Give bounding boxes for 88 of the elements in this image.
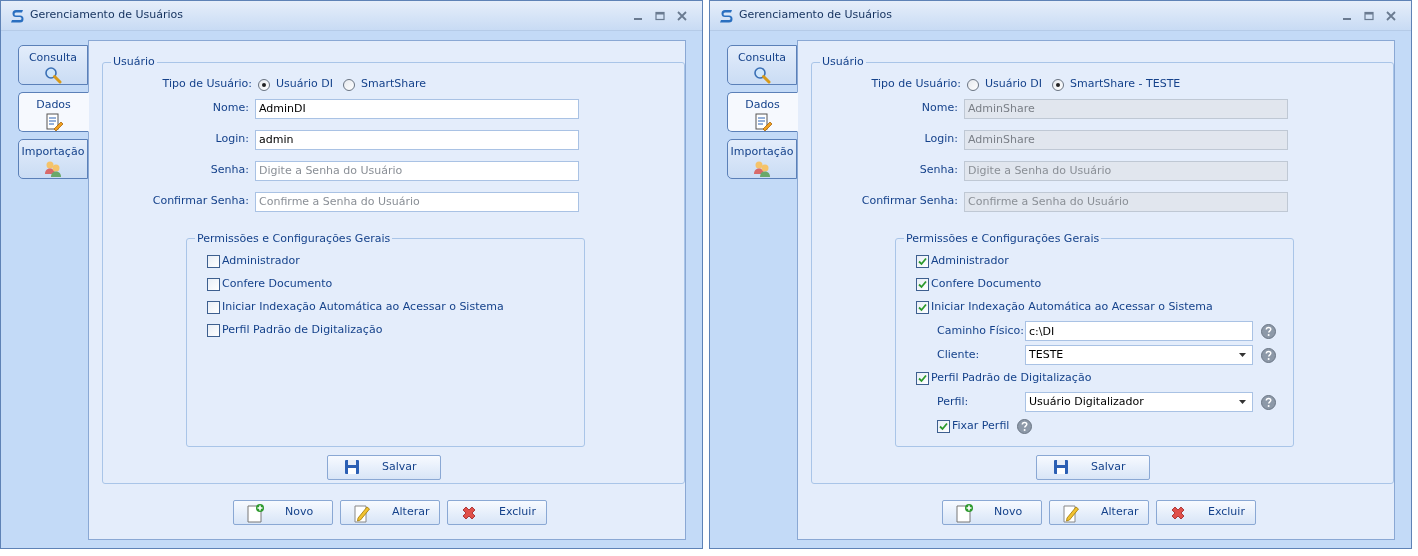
- tab[interactable]: Dados: [18, 92, 89, 132]
- close-icon[interactable]: [677, 10, 687, 21]
- field-label: Login:: [214, 131, 250, 148]
- users-icon: [44, 160, 62, 178]
- text-field[interactable]: admin: [255, 129, 579, 150]
- magnifier-icon: [44, 66, 62, 84]
- radio-button[interactable]: [1052, 78, 1064, 91]
- checkbox[interactable]: [207, 278, 220, 291]
- dropdown[interactable]: TESTE: [1025, 345, 1253, 365]
- dropdown[interactable]: Usuário Digitalizador: [1025, 392, 1253, 412]
- checkbox-label[interactable]: Confere Documento: [931, 276, 1042, 293]
- action-button[interactable]: Alterar: [340, 500, 440, 525]
- field-label: Nome:: [920, 100, 959, 117]
- maximize-icon[interactable]: [1364, 10, 1374, 21]
- help-icon[interactable]: [1261, 394, 1276, 410]
- checkbox[interactable]: [916, 278, 929, 291]
- checkbox[interactable]: [916, 301, 929, 314]
- checkbox[interactable]: [937, 419, 950, 433]
- checkbox[interactable]: [207, 255, 220, 268]
- pencil-icon: [352, 502, 372, 523]
- text-field[interactable]: Confirme a Senha do Usuário: [255, 191, 579, 212]
- help-icon[interactable]: [1017, 418, 1033, 434]
- checkbox[interactable]: [207, 324, 220, 337]
- field-label: Confirmar Senha:: [860, 193, 959, 210]
- document-edit-icon: [44, 113, 63, 131]
- new-document-icon: [245, 502, 265, 523]
- action-button[interactable]: Novo: [942, 500, 1042, 525]
- tab[interactable]: Consulta: [727, 45, 797, 85]
- tab[interactable]: Dados: [727, 92, 798, 132]
- group-title: Usuário: [821, 54, 865, 70]
- maximize-icon[interactable]: [655, 10, 665, 21]
- checkbox[interactable]: [207, 301, 220, 314]
- save-button[interactable]: Salvar: [1036, 454, 1150, 480]
- pencil-icon: [1061, 502, 1081, 523]
- radio-button[interactable]: [967, 78, 979, 91]
- radio-button[interactable]: [258, 78, 270, 91]
- app-logo-icon: [10, 7, 26, 24]
- checkbox-label[interactable]: Iniciar Indexação Automática ao Acessar o Sistema: [931, 299, 1213, 316]
- help-icon[interactable]: [1261, 347, 1276, 363]
- group-title: Usuário: [112, 54, 156, 70]
- document-edit-icon: [753, 113, 772, 131]
- radio-label[interactable]: SmartShare: [361, 76, 427, 93]
- action-button[interactable]: Excluir: [1156, 500, 1256, 525]
- radio-button[interactable]: [343, 78, 355, 91]
- checkbox-label[interactable]: Perfil Padrão de Digitalização: [222, 322, 383, 339]
- tab[interactable]: Consulta: [18, 45, 88, 85]
- action-button[interactable]: Alterar: [1049, 500, 1149, 525]
- field-label: Confirmar Senha:: [151, 193, 250, 210]
- field-label: Nome:: [211, 100, 250, 117]
- caret-icon[interactable]: [1239, 353, 1246, 357]
- group-title: Permissões e Configurações Gerais: [196, 230, 392, 247]
- magnifier-icon: [753, 66, 771, 84]
- checkbox[interactable]: [916, 372, 929, 385]
- field-label: Login:: [923, 131, 959, 148]
- checkbox-label[interactable]: Iniciar Indexação Automática ao Acessar o Sistema: [222, 299, 504, 316]
- checkbox[interactable]: [916, 255, 929, 268]
- checkbox-label[interactable]: Confere Documento: [222, 276, 333, 293]
- window-title: Gerenciamento de Usuários: [30, 7, 184, 24]
- checkbox-label[interactable]: Perfil Padrão de Digitalização: [931, 370, 1092, 387]
- checkbox-label[interactable]: Administrador: [931, 253, 1009, 270]
- save-button[interactable]: Salvar: [327, 454, 441, 480]
- action-button[interactable]: Excluir: [447, 500, 547, 525]
- radio-label[interactable]: Usuário DI: [985, 76, 1042, 93]
- text-field[interactable]: AdminDI: [255, 98, 579, 119]
- group-title: Permissões e Configurações Gerais: [905, 230, 1101, 247]
- field-label: Caminho Físico:: [937, 322, 1025, 339]
- new-document-icon: [954, 502, 974, 523]
- field-label: Tipo de Usuário:: [870, 76, 962, 93]
- action-button[interactable]: Novo: [233, 500, 333, 525]
- field-label: Tipo de Usuário:: [161, 76, 253, 93]
- checkbox-label[interactable]: Fixar Perfil: [952, 417, 1010, 435]
- window-title: Gerenciamento de Usuários: [739, 7, 893, 24]
- checkbox-label[interactable]: Administrador: [222, 253, 300, 270]
- field-label: Senha:: [209, 162, 250, 179]
- caret-icon[interactable]: [1239, 400, 1246, 404]
- tab[interactable]: Importação: [18, 139, 88, 179]
- help-icon[interactable]: [1261, 323, 1276, 339]
- radio-label[interactable]: Usuário DI: [276, 76, 333, 93]
- tab[interactable]: Importação: [727, 139, 797, 179]
- close-icon[interactable]: [1386, 10, 1396, 21]
- text-field[interactable]: c:\DI: [1025, 321, 1253, 341]
- radio-label[interactable]: SmartShare - TESTE: [1070, 76, 1181, 93]
- field-label: Senha:: [918, 162, 959, 179]
- users-icon: [753, 160, 771, 178]
- text-field[interactable]: Digite a Senha do Usuário: [255, 160, 579, 181]
- field-label: Perfil:: [937, 393, 970, 410]
- app-logo-icon: [719, 7, 735, 24]
- field-label: Cliente:: [937, 346, 981, 363]
